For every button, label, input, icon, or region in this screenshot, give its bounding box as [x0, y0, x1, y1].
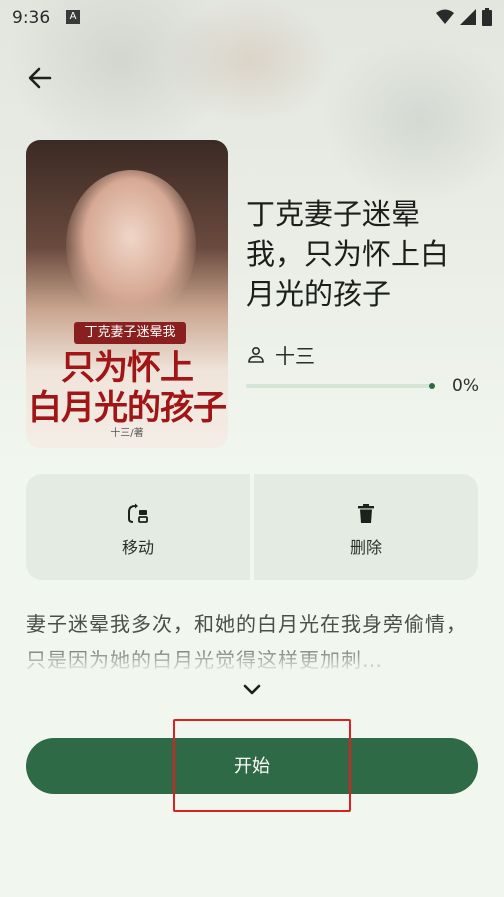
- chevron-down-icon: [243, 684, 261, 695]
- trash-icon: [358, 504, 374, 523]
- back-arrow-icon: [28, 67, 52, 89]
- person-icon: [248, 346, 264, 363]
- progress-percent: 0%: [452, 376, 479, 396]
- wifi-icon: [436, 9, 454, 24]
- back-button[interactable]: [24, 62, 56, 94]
- notification-icon: A: [66, 10, 80, 24]
- description-fade: [0, 640, 504, 676]
- author-row: 十三: [247, 340, 315, 369]
- cover-title-line2: 白月光的孩子: [28, 388, 227, 428]
- delete-button[interactable]: 删除: [254, 474, 478, 580]
- battery-icon: [482, 8, 492, 26]
- author-name: 十三: [275, 344, 315, 368]
- status-bar: 9:36 A: [0, 0, 504, 34]
- move-icon: [128, 503, 148, 523]
- cover-author: 十三/著: [110, 428, 144, 439]
- expand-description-button[interactable]: [240, 678, 264, 702]
- start-reading-button[interactable]: 开始: [26, 738, 478, 794]
- book-cover[interactable]: 丁克妻子迷晕我 只为怀上 白月光的孩子 十三/著: [26, 140, 228, 448]
- move-button[interactable]: 移动: [26, 474, 250, 580]
- status-time: 9:36: [12, 8, 51, 28]
- move-label: 移动: [121, 538, 154, 557]
- reading-progress-bar: [246, 384, 432, 388]
- book-title: 丁克妻子迷晕我，只为怀上白月光的孩子: [246, 197, 450, 311]
- status-icons: [436, 8, 492, 26]
- cover-art: [66, 170, 196, 320]
- progress-indicator: [429, 383, 435, 389]
- delete-label: 删除: [349, 538, 382, 557]
- signal-icon: [460, 9, 476, 25]
